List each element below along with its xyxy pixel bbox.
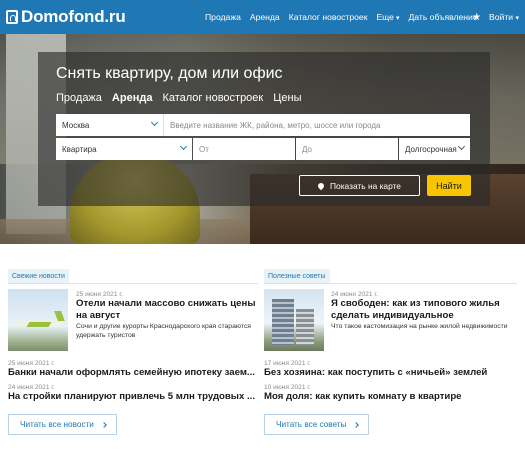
rent-term-select[interactable]: Долгосрочная <box>399 138 470 160</box>
header-actions: ★ Войти ▾ <box>472 0 519 34</box>
city-value: Москва <box>62 120 90 130</box>
building-image <box>296 309 314 345</box>
price-from-input[interactable] <box>199 138 295 160</box>
tips-featured-desc: Что такое кастомизация на рынке жилой не… <box>331 323 508 330</box>
nav-item-sale[interactable]: Продажа <box>205 12 241 22</box>
price-to-input[interactable] <box>302 138 398 160</box>
news-item-date: 25 июня 2021 г. <box>8 360 55 367</box>
show-on-map-label: Показать на карте <box>330 180 401 191</box>
search-title: Снять квартиру, дом или офис <box>56 65 283 82</box>
tips-item-date: 17 июня 2021 г. <box>264 360 311 367</box>
building-image <box>272 299 294 345</box>
tips-item-date: 10 июня 2021 г. <box>264 384 311 391</box>
read-all-news-label: Читать все новости <box>20 420 94 429</box>
chevron-down-icon: ▾ <box>515 15 519 22</box>
logo-icon <box>6 10 18 24</box>
property-type-value: Квартира <box>62 144 97 154</box>
main-nav: Продажа Аренда Каталог новостроек Еще ▾ Д… <box>205 0 487 34</box>
login-label: Войти <box>489 12 514 22</box>
tab-rent[interactable]: Аренда <box>112 92 153 104</box>
city-select[interactable]: Москва <box>56 114 163 136</box>
news-item-title[interactable]: Банки начали оформлять семейную ипотеку … <box>8 367 258 379</box>
tips-featured-date: 24 июня 2021 г. <box>331 291 378 298</box>
search-input-wrap <box>163 114 470 136</box>
tab-prices[interactable]: Цены <box>273 92 301 104</box>
tips-divider <box>264 283 517 284</box>
news-item-title[interactable]: На стройки планируют привлечь 5 млн труд… <box>8 391 258 403</box>
read-all-news-button[interactable]: Читать все новости <box>8 414 117 435</box>
news-badge[interactable]: Свежие новости <box>8 269 69 283</box>
chevron-down-icon: ▾ <box>395 15 400 22</box>
news-thumbnail[interactable] <box>8 289 68 351</box>
news-divider <box>8 283 258 284</box>
nav-item-rent[interactable]: Аренда <box>250 12 280 22</box>
find-button[interactable]: Найти <box>427 175 471 196</box>
tips-badge[interactable]: Полезные советы <box>264 269 330 283</box>
property-type-select[interactable]: Квартира <box>56 138 192 160</box>
chevron-down-icon <box>150 118 159 127</box>
login-link[interactable]: Войти ▾ <box>489 12 519 22</box>
price-from-wrap <box>193 138 295 160</box>
news-featured-title[interactable]: Отели начали массово снижать цены на авг… <box>76 298 261 321</box>
map-pin-icon <box>316 181 326 190</box>
tab-sale[interactable]: Продажа <box>56 92 102 104</box>
nav-item-newbuilds[interactable]: Каталог новостроек <box>289 12 368 22</box>
chevron-right-icon <box>101 421 107 428</box>
search-tabs: Продажа Аренда Каталог новостроек Цены <box>56 92 311 104</box>
star-icon[interactable]: ★ <box>472 12 481 23</box>
rent-term-value: Долгосрочная <box>405 144 457 154</box>
logo-text: Domofond.ru <box>21 7 126 26</box>
search-input[interactable] <box>170 114 470 136</box>
nav-more-label: Еще <box>376 12 394 22</box>
tips-item-title[interactable]: Моя доля: как купить комнату в квартире <box>264 391 519 403</box>
show-on-map-button[interactable]: Показать на карте <box>299 175 420 196</box>
site-logo[interactable]: Domofond.ru <box>6 7 126 27</box>
tips-featured-title[interactable]: Я свободен: как из типового жилья сделат… <box>331 298 521 321</box>
airplane-wing <box>26 322 52 327</box>
chevron-down-icon <box>457 142 466 151</box>
top-header: Domofond.ru Продажа Аренда Каталог новос… <box>0 0 525 34</box>
tips-thumbnail[interactable] <box>264 289 324 351</box>
chevron-down-icon <box>179 142 188 151</box>
read-all-tips-label: Читать все советы <box>276 420 347 429</box>
tips-item-title[interactable]: Без хозяина: как поступить с «ничьей» зе… <box>264 367 519 379</box>
news-featured-date: 25 июня 2021 г. <box>76 291 123 298</box>
nav-item-more[interactable]: Еще ▾ <box>376 12 399 22</box>
news-featured-desc: Сочи и другие курорты Краснодарского кра… <box>76 323 251 339</box>
price-to-wrap <box>296 138 398 160</box>
chevron-right-icon <box>353 421 360 428</box>
nav-item-post-ad[interactable]: Дать объявление <box>408 12 477 22</box>
read-all-tips-button[interactable]: Читать все советы <box>264 414 369 435</box>
news-item-date: 24 июня 2021 г. <box>8 384 55 391</box>
tab-newbuilds[interactable]: Каталог новостроек <box>162 92 263 104</box>
